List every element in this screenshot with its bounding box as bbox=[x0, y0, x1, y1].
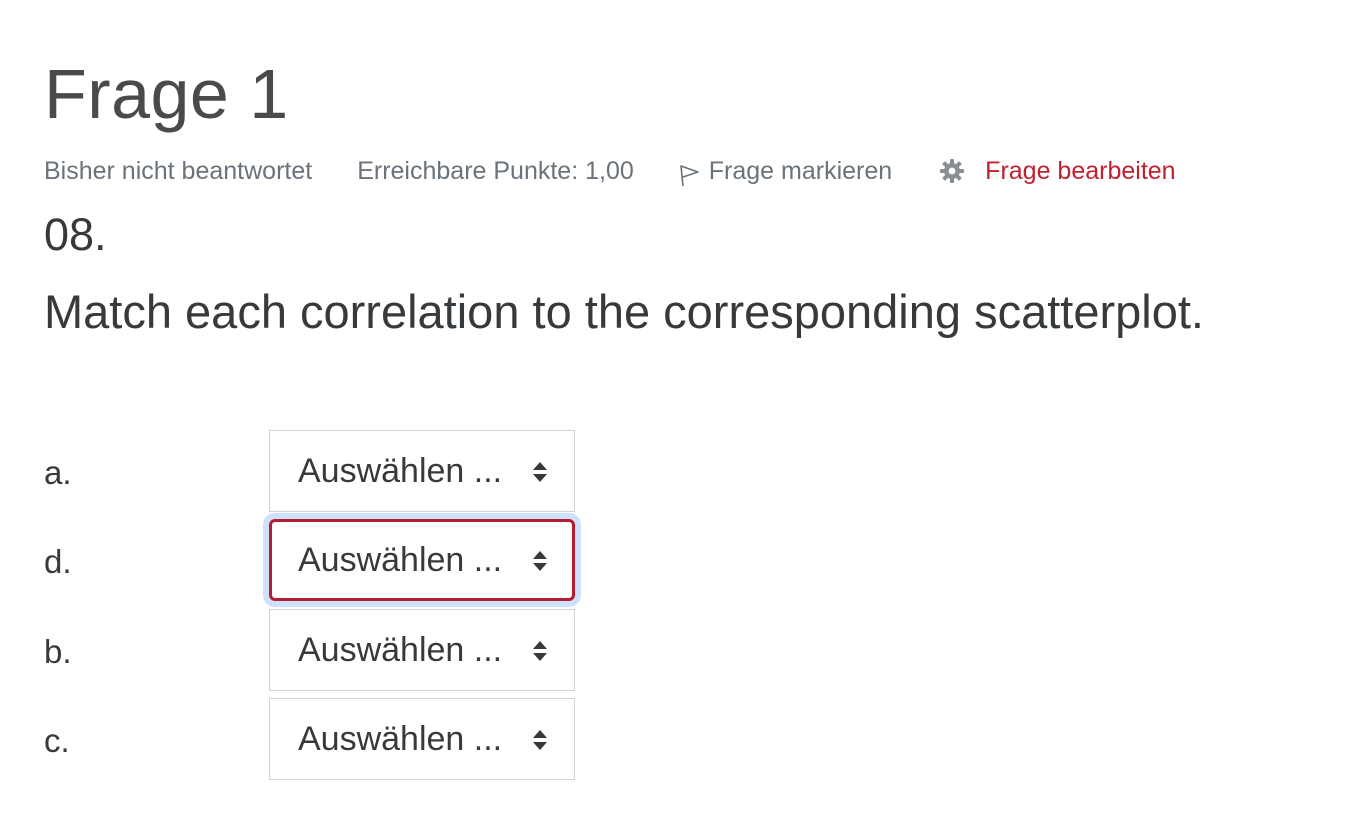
sort-arrows-icon bbox=[533, 462, 547, 482]
gear-icon bbox=[940, 159, 965, 183]
match-select-c[interactable]: Auswählen ... bbox=[269, 698, 575, 780]
sort-arrows-icon bbox=[533, 730, 547, 750]
question-grade: Erreichbare Punkte: 1,00 bbox=[357, 156, 634, 185]
flag-question-link[interactable]: Frage markieren bbox=[679, 155, 892, 187]
match-row-label: d. bbox=[44, 543, 72, 580]
match-row-a: a. Auswählen ... bbox=[0, 430, 700, 514]
flag-question-label: Frage markieren bbox=[708, 156, 893, 185]
match-row-label: a. bbox=[44, 454, 72, 491]
question-state: Bisher nicht beantwortet bbox=[44, 156, 313, 185]
select-value: Auswählen ... bbox=[298, 631, 503, 669]
question-page: Frage 1 Bisher nicht beantwortet Erreich… bbox=[0, 0, 1372, 818]
edit-question-label: Frage bearbeiten bbox=[985, 156, 1176, 185]
match-select-b[interactable]: Auswählen ... bbox=[269, 609, 575, 691]
match-row-label: b. bbox=[44, 633, 72, 670]
match-row-b: b. Auswählen ... bbox=[0, 609, 700, 693]
question-title: Frage 1 bbox=[44, 55, 289, 133]
match-select-d[interactable]: Auswählen ... bbox=[269, 519, 575, 601]
question-info-bar: Bisher nicht beantwortet Erreichbare Pun… bbox=[44, 154, 1176, 188]
sort-arrows-icon bbox=[533, 551, 547, 571]
select-value: Auswählen ... bbox=[298, 541, 503, 579]
match-select-a[interactable]: Auswählen ... bbox=[269, 430, 575, 512]
edit-question-link[interactable]: Frage bearbeiten bbox=[939, 156, 1176, 186]
question-text: Match each correlation to the correspond… bbox=[44, 285, 1204, 338]
flag-icon bbox=[679, 165, 699, 187]
match-row-label: c. bbox=[44, 722, 70, 759]
select-value: Auswählen ... bbox=[298, 452, 503, 490]
question-number: 08. bbox=[44, 209, 107, 260]
match-row-c: c. Auswählen ... bbox=[0, 698, 700, 782]
sort-arrows-icon bbox=[533, 641, 547, 661]
select-value: Auswählen ... bbox=[298, 720, 503, 758]
match-row-d: d. Auswählen ... bbox=[0, 519, 700, 603]
